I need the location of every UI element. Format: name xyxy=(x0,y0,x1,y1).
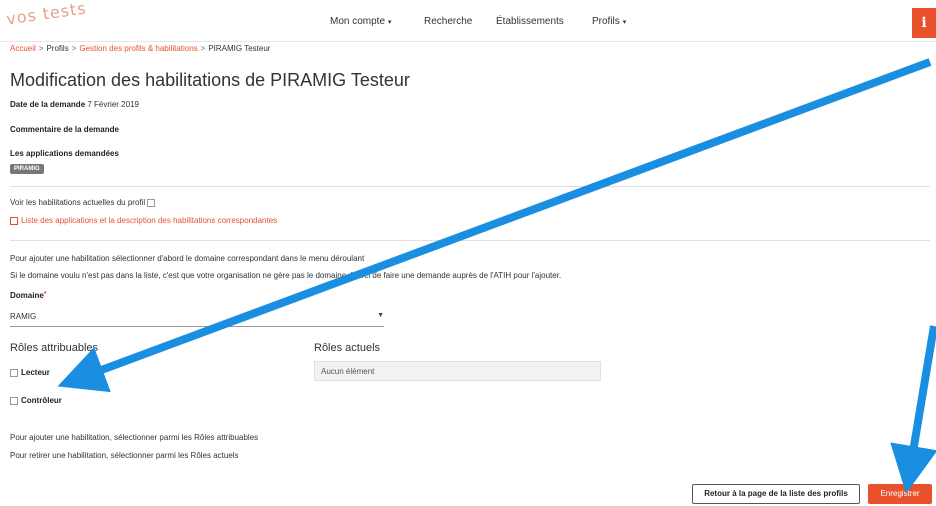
required-marker: * xyxy=(43,291,47,298)
divider xyxy=(10,240,930,241)
apps-link-label: Liste des applications et la description… xyxy=(21,216,278,225)
see-current-label: Voir les habilitations actuelles du prof… xyxy=(10,198,146,207)
nav-etablissements[interactable]: Établissements xyxy=(496,16,564,27)
date-value: 7 Février 2019 xyxy=(87,100,139,109)
domain-select[interactable]: RAMIG ▼ xyxy=(10,309,384,327)
nav-recherche-label: Recherche xyxy=(424,16,473,27)
role-controleur-checkbox[interactable] xyxy=(10,396,18,405)
nav-profils[interactable]: Profils ▾ xyxy=(592,16,626,27)
divider xyxy=(10,186,930,187)
see-current-checkbox[interactable] xyxy=(147,198,156,207)
roles-current-title: Rôles actuels xyxy=(314,342,381,354)
app-badge: PIRAMIG xyxy=(10,164,44,174)
page-title: Modification des habilitations de PIRAMI… xyxy=(10,70,410,90)
logo[interactable]: vos tests xyxy=(5,0,88,29)
apps-link[interactable]: Liste des applications et la description… xyxy=(10,216,277,225)
domain-label: Domaine* xyxy=(10,291,47,300)
comment-label: Commentaire de la demande xyxy=(10,125,119,134)
role-controleur-label: Contrôleur xyxy=(21,396,62,405)
help-domain: Pour ajouter une habilitation sélectionn… xyxy=(10,254,365,263)
current-roles-empty: Aucun élément xyxy=(321,367,375,376)
domain-select-value: RAMIG xyxy=(10,312,37,321)
request-date: Date de la demande 7 Février 2019 xyxy=(10,100,139,109)
domain-label-text: Domaine xyxy=(10,291,44,300)
roles-available-title: Rôles attribuables xyxy=(10,342,99,354)
role-lecteur[interactable]: Lecteur xyxy=(10,368,50,377)
apps-label: Les applications demandées xyxy=(10,149,119,158)
back-to-list-button[interactable]: Retour à la page de la liste des profils xyxy=(692,484,860,504)
breadcrumb-gestion[interactable]: Gestion des profils & habilitations xyxy=(79,44,197,53)
breadcrumb-profils[interactable]: Profils xyxy=(46,44,68,53)
nav-mon-compte-label: Mon compte xyxy=(330,16,386,27)
breadcrumb: Accueil > Profils > Gestion des profils & ha… xyxy=(10,44,271,53)
role-controleur[interactable]: Contrôleur xyxy=(10,396,62,405)
caret-down-icon: ▾ xyxy=(622,19,627,26)
nav-recherche[interactable]: Recherche xyxy=(424,16,472,27)
info-button[interactable]: i xyxy=(912,8,936,38)
top-navbar: vos tests Mon compte ▾ Recherche Établiss… xyxy=(0,0,936,42)
current-roles-list[interactable]: Aucun élément xyxy=(314,361,601,381)
help-not-listed: Si le domaine voulu n'est pas dans la li… xyxy=(10,271,562,280)
nav-etablissements-label: Établissements xyxy=(496,16,564,27)
external-link-icon xyxy=(10,216,18,225)
breadcrumb-home[interactable]: Accueil xyxy=(10,44,36,53)
dropdown-arrow-icon: ▼ xyxy=(377,312,384,319)
see-current-row: Voir les habilitations actuelles du prof… xyxy=(10,198,156,207)
nav-profils-label: Profils xyxy=(592,16,620,27)
role-lecteur-label: Lecteur xyxy=(21,368,50,377)
caret-down-icon: ▾ xyxy=(388,19,392,26)
nav-mon-compte[interactable]: Mon compte ▾ xyxy=(330,16,392,27)
breadcrumb-current: PIRAMIG Testeur xyxy=(208,44,271,53)
save-button[interactable]: Enregistrer xyxy=(868,484,932,504)
arrow-to-save xyxy=(890,325,936,494)
date-label: Date de la demande xyxy=(10,100,86,109)
help-remove: Pour retirer une habilitation, sélection… xyxy=(10,451,239,460)
help-add: Pour ajouter une habilitation, sélection… xyxy=(10,433,259,442)
role-lecteur-checkbox[interactable] xyxy=(10,368,18,377)
